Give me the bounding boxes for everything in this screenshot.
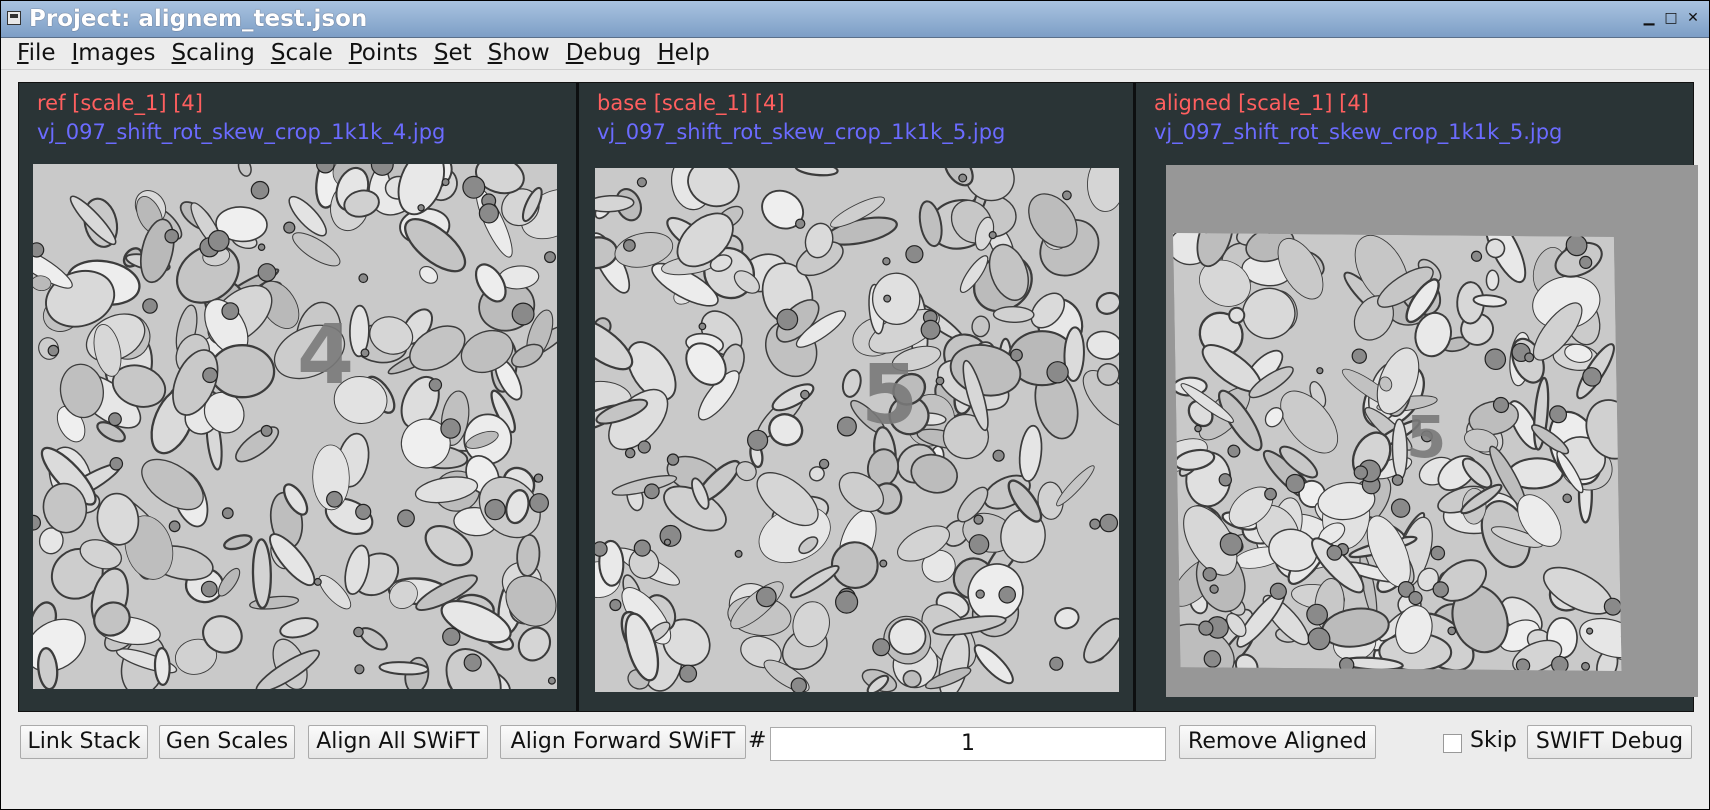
base-panel[interactable]: base [scale_1] [4] vj_097_shift_rot_skew… [579, 83, 1133, 711]
aligned-panel[interactable]: aligned [scale_1] [4] vj_097_shift_rot_s… [1136, 83, 1698, 711]
image-panels: ref [scale_1] [4] vj_097_shift_rot_skew_… [18, 82, 1698, 712]
number-label: # [748, 728, 767, 753]
menu-debug[interactable]: Debug [558, 40, 650, 66]
number-input[interactable]: 1 [770, 727, 1166, 761]
menu-points[interactable]: Points [341, 40, 426, 66]
remove-aligned-button[interactable]: Remove Aligned [1179, 725, 1376, 759]
menu-scaling[interactable]: Scaling [164, 40, 263, 66]
menu-file[interactable]: File [1, 40, 64, 66]
align-forward-button[interactable]: Align Forward SWiFT [500, 725, 746, 759]
menu-bar: File Images Scaling Scale Points Set Sho… [1, 37, 1709, 69]
panel-label: aligned [scale_1] [4] [1154, 91, 1369, 115]
link-stack-button[interactable]: Link Stack [20, 725, 148, 759]
menu-show[interactable]: Show [480, 40, 558, 66]
ref-panel[interactable]: ref [scale_1] [4] vj_097_shift_rot_skew_… [19, 83, 576, 711]
align-all-button[interactable]: Align All SWiFT [308, 725, 488, 759]
gen-scales-button[interactable]: Gen Scales [159, 725, 295, 759]
panel-filename: vj_097_shift_rot_skew_crop_1k1k_4.jpg [37, 120, 446, 144]
control-bar: Link Stack Gen Scales Align All SWiFT Al… [1, 725, 1709, 761]
image-number-overlay: 5 [1406, 403, 1447, 471]
window-controls: ▁ □ ✕ [1641, 9, 1701, 27]
menu-images[interactable]: Images [64, 40, 164, 66]
menu-separator [1, 69, 1709, 70]
skip-checkbox[interactable] [1443, 734, 1462, 753]
window-menu-icon[interactable] [7, 11, 21, 25]
window-title: Project: alignem_test.json [29, 6, 368, 32]
swift-debug-button[interactable]: SWIFT Debug [1527, 725, 1692, 759]
panel-filename: vj_097_shift_rot_skew_crop_1k1k_5.jpg [1154, 120, 1563, 144]
skip-label: Skip [1470, 728, 1517, 753]
ref-image[interactable] [33, 164, 557, 689]
menu-set[interactable]: Set [426, 40, 480, 66]
menu-help[interactable]: Help [649, 40, 717, 66]
image-number-overlay: 4 [297, 308, 355, 403]
panel-label: ref [scale_1] [4] [37, 91, 203, 115]
panel-filename: vj_097_shift_rot_skew_crop_1k1k_5.jpg [597, 120, 1006, 144]
panel-label: base [scale_1] [4] [597, 91, 785, 115]
minimize-icon[interactable]: ▁ [1641, 9, 1657, 27]
close-icon[interactable]: ✕ [1685, 9, 1701, 27]
base-image[interactable] [595, 168, 1119, 692]
maximize-icon[interactable]: □ [1663, 9, 1679, 27]
menu-scale[interactable]: Scale [263, 40, 341, 66]
app-window: Project: alignem_test.json ▁ □ ✕ File Im… [0, 0, 1710, 810]
image-number-overlay: 5 [861, 348, 919, 443]
title-bar[interactable]: Project: alignem_test.json ▁ □ ✕ [1, 1, 1709, 38]
aligned-image[interactable] [1173, 233, 1622, 671]
